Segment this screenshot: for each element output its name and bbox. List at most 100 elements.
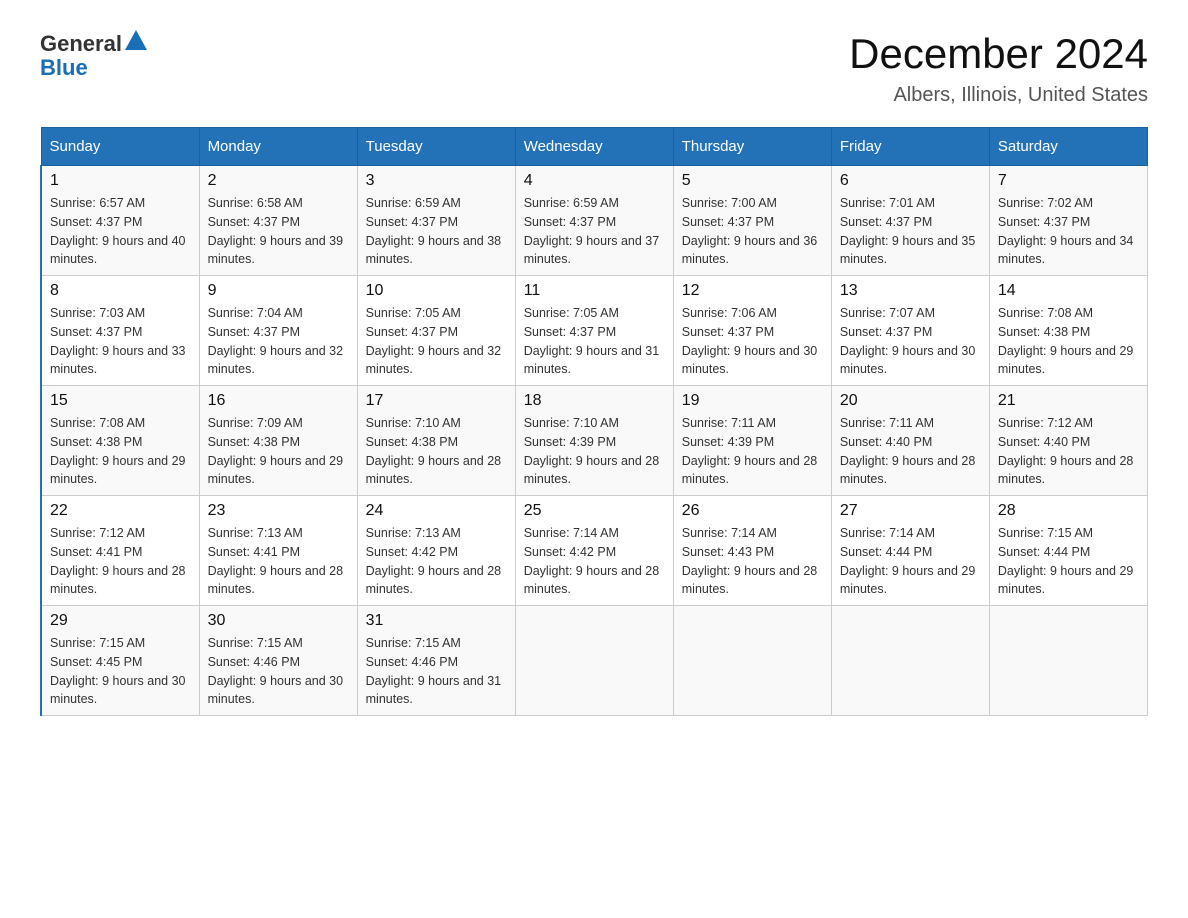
calendar-cell: 22 Sunrise: 7:12 AM Sunset: 4:41 PM Dayl… <box>41 496 199 606</box>
day-info: Sunrise: 7:13 AM Sunset: 4:41 PM Dayligh… <box>208 524 349 599</box>
col-header-thursday: Thursday <box>673 128 831 166</box>
day-number: 3 <box>366 172 507 190</box>
calendar-cell: 21 Sunrise: 7:12 AM Sunset: 4:40 PM Dayl… <box>989 386 1147 496</box>
day-number: 8 <box>50 282 191 300</box>
calendar-cell: 11 Sunrise: 7:05 AM Sunset: 4:37 PM Dayl… <box>515 276 673 386</box>
day-number: 4 <box>524 172 665 190</box>
calendar-cell: 9 Sunrise: 7:04 AM Sunset: 4:37 PM Dayli… <box>199 276 357 386</box>
day-number: 28 <box>998 502 1139 520</box>
calendar-cell: 8 Sunrise: 7:03 AM Sunset: 4:37 PM Dayli… <box>41 276 199 386</box>
day-info: Sunrise: 7:15 AM Sunset: 4:46 PM Dayligh… <box>208 634 349 709</box>
calendar-cell: 29 Sunrise: 7:15 AM Sunset: 4:45 PM Dayl… <box>41 606 199 716</box>
calendar-week-row: 15 Sunrise: 7:08 AM Sunset: 4:38 PM Dayl… <box>41 386 1148 496</box>
calendar-cell: 18 Sunrise: 7:10 AM Sunset: 4:39 PM Dayl… <box>515 386 673 496</box>
day-number: 1 <box>50 172 191 190</box>
calendar-cell: 15 Sunrise: 7:08 AM Sunset: 4:38 PM Dayl… <box>41 386 199 496</box>
day-number: 16 <box>208 392 349 410</box>
calendar-title: December 2024 <box>849 30 1148 78</box>
day-number: 21 <box>998 392 1139 410</box>
day-info: Sunrise: 6:58 AM Sunset: 4:37 PM Dayligh… <box>208 194 349 269</box>
calendar-cell: 7 Sunrise: 7:02 AM Sunset: 4:37 PM Dayli… <box>989 166 1147 276</box>
day-number: 23 <box>208 502 349 520</box>
day-number: 11 <box>524 282 665 300</box>
day-number: 2 <box>208 172 349 190</box>
calendar-cell: 28 Sunrise: 7:15 AM Sunset: 4:44 PM Dayl… <box>989 496 1147 606</box>
col-header-monday: Monday <box>199 128 357 166</box>
day-info: Sunrise: 7:07 AM Sunset: 4:37 PM Dayligh… <box>840 304 981 379</box>
day-info: Sunrise: 7:15 AM Sunset: 4:45 PM Dayligh… <box>50 634 191 709</box>
calendar-cell <box>515 606 673 716</box>
logo-triangle-icon <box>125 30 147 55</box>
day-info: Sunrise: 7:08 AM Sunset: 4:38 PM Dayligh… <box>50 414 191 489</box>
logo-text-general: General <box>40 31 122 57</box>
day-number: 7 <box>998 172 1139 190</box>
day-info: Sunrise: 7:00 AM Sunset: 4:37 PM Dayligh… <box>682 194 823 269</box>
day-info: Sunrise: 7:09 AM Sunset: 4:38 PM Dayligh… <box>208 414 349 489</box>
day-info: Sunrise: 7:15 AM Sunset: 4:46 PM Dayligh… <box>366 634 507 709</box>
day-info: Sunrise: 7:13 AM Sunset: 4:42 PM Dayligh… <box>366 524 507 599</box>
calendar-cell: 24 Sunrise: 7:13 AM Sunset: 4:42 PM Dayl… <box>357 496 515 606</box>
calendar-cell <box>673 606 831 716</box>
col-header-friday: Friday <box>831 128 989 166</box>
day-info: Sunrise: 7:06 AM Sunset: 4:37 PM Dayligh… <box>682 304 823 379</box>
calendar-cell: 20 Sunrise: 7:11 AM Sunset: 4:40 PM Dayl… <box>831 386 989 496</box>
day-info: Sunrise: 7:10 AM Sunset: 4:38 PM Dayligh… <box>366 414 507 489</box>
calendar-week-row: 8 Sunrise: 7:03 AM Sunset: 4:37 PM Dayli… <box>41 276 1148 386</box>
day-info: Sunrise: 7:14 AM Sunset: 4:44 PM Dayligh… <box>840 524 981 599</box>
day-info: Sunrise: 7:14 AM Sunset: 4:42 PM Dayligh… <box>524 524 665 599</box>
calendar-cell: 23 Sunrise: 7:13 AM Sunset: 4:41 PM Dayl… <box>199 496 357 606</box>
calendar-cell: 5 Sunrise: 7:00 AM Sunset: 4:37 PM Dayli… <box>673 166 831 276</box>
day-number: 27 <box>840 502 981 520</box>
day-number: 10 <box>366 282 507 300</box>
day-info: Sunrise: 7:14 AM Sunset: 4:43 PM Dayligh… <box>682 524 823 599</box>
day-info: Sunrise: 7:12 AM Sunset: 4:40 PM Dayligh… <box>998 414 1139 489</box>
day-info: Sunrise: 7:12 AM Sunset: 4:41 PM Dayligh… <box>50 524 191 599</box>
calendar-cell: 16 Sunrise: 7:09 AM Sunset: 4:38 PM Dayl… <box>199 386 357 496</box>
day-info: Sunrise: 7:01 AM Sunset: 4:37 PM Dayligh… <box>840 194 981 269</box>
day-number: 5 <box>682 172 823 190</box>
day-info: Sunrise: 7:05 AM Sunset: 4:37 PM Dayligh… <box>366 304 507 379</box>
day-number: 20 <box>840 392 981 410</box>
calendar-cell: 4 Sunrise: 6:59 AM Sunset: 4:37 PM Dayli… <box>515 166 673 276</box>
calendar-cell: 19 Sunrise: 7:11 AM Sunset: 4:39 PM Dayl… <box>673 386 831 496</box>
day-info: Sunrise: 6:59 AM Sunset: 4:37 PM Dayligh… <box>524 194 665 269</box>
col-header-saturday: Saturday <box>989 128 1147 166</box>
day-number: 26 <box>682 502 823 520</box>
calendar-cell: 25 Sunrise: 7:14 AM Sunset: 4:42 PM Dayl… <box>515 496 673 606</box>
calendar-week-row: 29 Sunrise: 7:15 AM Sunset: 4:45 PM Dayl… <box>41 606 1148 716</box>
calendar-table: SundayMondayTuesdayWednesdayThursdayFrid… <box>40 127 1148 716</box>
logo-text-blue: Blue <box>40 55 88 81</box>
day-number: 18 <box>524 392 665 410</box>
page-header: General Blue December 2024 Albers, Illin… <box>40 30 1148 107</box>
calendar-cell: 31 Sunrise: 7:15 AM Sunset: 4:46 PM Dayl… <box>357 606 515 716</box>
calendar-cell: 13 Sunrise: 7:07 AM Sunset: 4:37 PM Dayl… <box>831 276 989 386</box>
day-info: Sunrise: 7:03 AM Sunset: 4:37 PM Dayligh… <box>50 304 191 379</box>
calendar-cell <box>989 606 1147 716</box>
day-info: Sunrise: 7:08 AM Sunset: 4:38 PM Dayligh… <box>998 304 1139 379</box>
day-number: 6 <box>840 172 981 190</box>
day-number: 17 <box>366 392 507 410</box>
calendar-cell: 6 Sunrise: 7:01 AM Sunset: 4:37 PM Dayli… <box>831 166 989 276</box>
day-number: 31 <box>366 612 507 630</box>
calendar-cell: 27 Sunrise: 7:14 AM Sunset: 4:44 PM Dayl… <box>831 496 989 606</box>
day-number: 30 <box>208 612 349 630</box>
logo: General Blue <box>40 30 147 81</box>
day-info: Sunrise: 7:04 AM Sunset: 4:37 PM Dayligh… <box>208 304 349 379</box>
day-number: 12 <box>682 282 823 300</box>
day-number: 24 <box>366 502 507 520</box>
day-number: 13 <box>840 282 981 300</box>
calendar-cell: 10 Sunrise: 7:05 AM Sunset: 4:37 PM Dayl… <box>357 276 515 386</box>
calendar-cell: 26 Sunrise: 7:14 AM Sunset: 4:43 PM Dayl… <box>673 496 831 606</box>
day-number: 19 <box>682 392 823 410</box>
day-number: 25 <box>524 502 665 520</box>
day-number: 29 <box>50 612 191 630</box>
calendar-cell: 2 Sunrise: 6:58 AM Sunset: 4:37 PM Dayli… <box>199 166 357 276</box>
calendar-cell: 30 Sunrise: 7:15 AM Sunset: 4:46 PM Dayl… <box>199 606 357 716</box>
day-info: Sunrise: 7:11 AM Sunset: 4:39 PM Dayligh… <box>682 414 823 489</box>
calendar-cell <box>831 606 989 716</box>
calendar-week-row: 1 Sunrise: 6:57 AM Sunset: 4:37 PM Dayli… <box>41 166 1148 276</box>
calendar-cell: 3 Sunrise: 6:59 AM Sunset: 4:37 PM Dayli… <box>357 166 515 276</box>
col-header-sunday: Sunday <box>41 128 199 166</box>
col-header-wednesday: Wednesday <box>515 128 673 166</box>
calendar-header-row: SundayMondayTuesdayWednesdayThursdayFrid… <box>41 128 1148 166</box>
